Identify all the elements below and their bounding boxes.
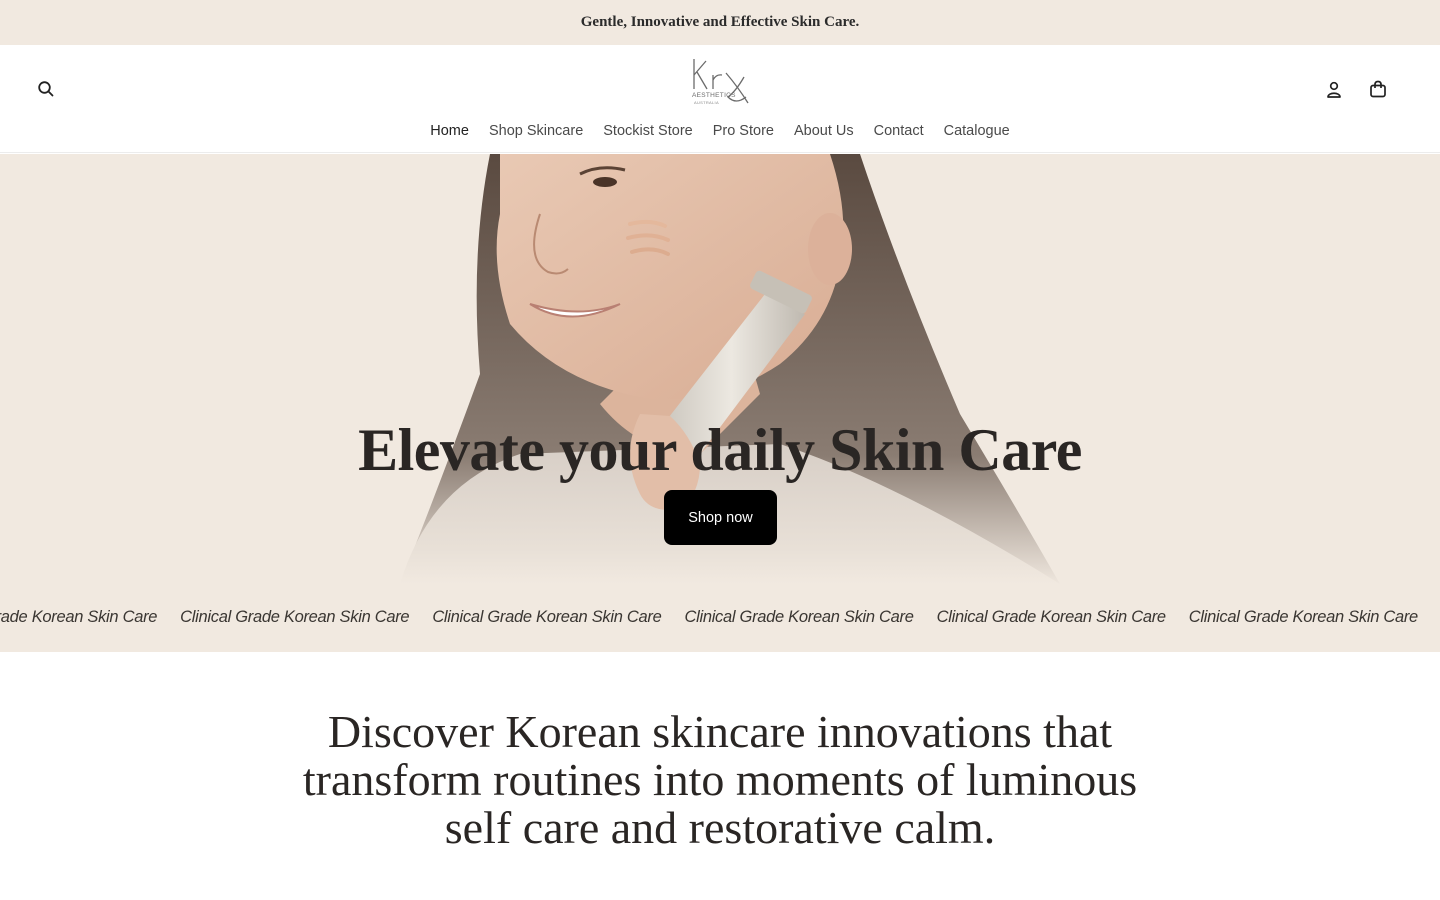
nav-shop-skincare[interactable]: Shop Skincare: [489, 123, 583, 139]
marquee-item: Clinical Grade Korean Skin Care: [180, 608, 410, 626]
marquee-item: Clinical Grade Korean Skin Care: [432, 608, 662, 626]
krx-logo: AESTHETICS AUSTRALIA: [692, 59, 749, 105]
marquee-item: Clinical Grade Korean Skin Care: [0, 608, 158, 626]
nav-home[interactable]: Home: [430, 123, 469, 139]
cart-button[interactable]: [1366, 77, 1390, 101]
search-button[interactable]: [34, 77, 58, 101]
main-nav: Home Shop Skincare Stockist Store Pro St…: [0, 123, 1440, 139]
announcement-bar: Gentle, Innovative and Effective Skin Ca…: [0, 0, 1440, 45]
site-header: AESTHETICS AUSTRALIA Home Shop Skincare …: [0, 45, 1440, 153]
shopping-bag-icon: [1370, 80, 1386, 98]
hero-title: Elevate your daily Skin Care: [358, 417, 1082, 483]
logo-region-text: AUSTRALIA: [694, 100, 719, 105]
logo[interactable]: AESTHETICS AUSTRALIA: [686, 53, 754, 109]
nav-stockist-store[interactable]: Stockist Store: [603, 123, 692, 139]
hero-banner: Elevate your daily Skin Care Shop now: [0, 154, 1440, 584]
user-icon: [1327, 81, 1341, 98]
account-button[interactable]: [1322, 77, 1346, 101]
intro-heading: Discover Korean skincare innovations tha…: [302, 706, 1138, 853]
search-icon: [38, 81, 54, 97]
marquee-track: Clinical Grade Korean Skin Care Clinical…: [0, 608, 1418, 627]
logo-sub-text: AESTHETICS: [692, 92, 736, 99]
marquee-item: Clinical Grade Korean Skin Care: [684, 608, 914, 626]
nav-pro-store[interactable]: Pro Store: [713, 123, 774, 139]
announcement-text: Gentle, Innovative and Effective Skin Ca…: [580, 14, 860, 30]
shop-now-button[interactable]: Shop now: [664, 490, 777, 545]
intro-section: Discover Korean skincare innovations tha…: [0, 708, 1440, 852]
marquee-item: Clinical Grade Korean Skin Care: [936, 608, 1166, 626]
nav-about-us[interactable]: About Us: [794, 123, 854, 139]
nav-catalogue[interactable]: Catalogue: [944, 123, 1010, 139]
marquee-banner: Clinical Grade Korean Skin Care Clinical…: [0, 584, 1440, 652]
marquee-item: Clinical Grade Korean Skin Care: [1188, 608, 1418, 626]
nav-contact[interactable]: Contact: [874, 123, 924, 139]
